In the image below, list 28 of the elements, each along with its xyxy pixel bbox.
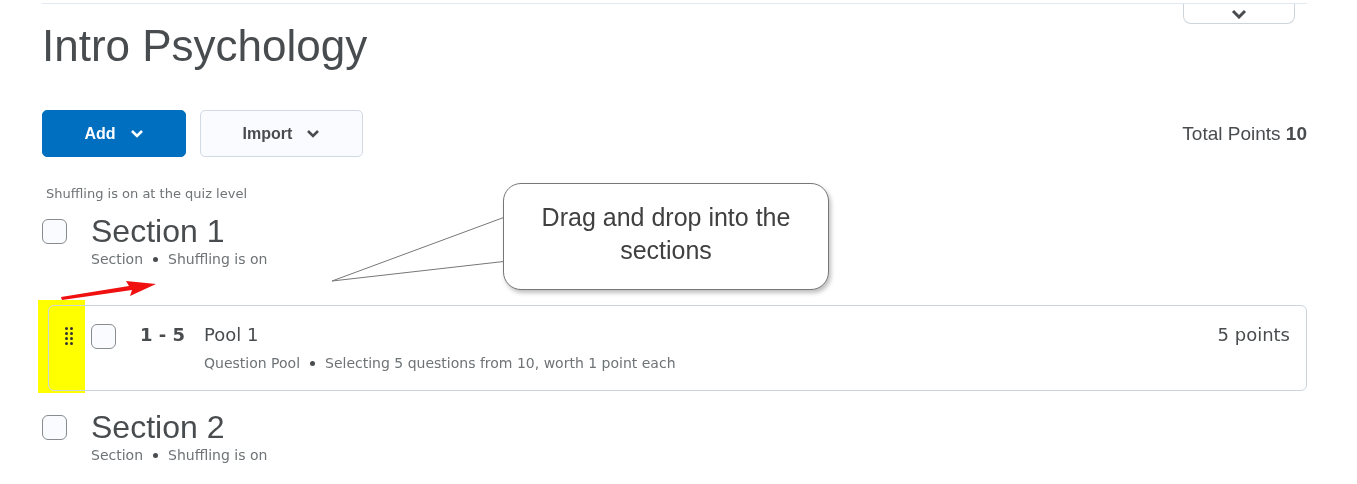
section-title: Section 1: [91, 213, 226, 249]
meta-text: Section: [91, 447, 143, 463]
section-title: Section 2: [91, 409, 226, 445]
meta-text: Selecting 5 questions from 10, worth 1 point each: [325, 355, 676, 371]
points-text: 5 points: [1217, 324, 1290, 345]
bullet-icon: [153, 256, 158, 262]
question-range: 1 - 5: [140, 324, 187, 345]
expand-button[interactable]: [1183, 4, 1295, 24]
chevron-down-icon: [306, 129, 321, 138]
meta-text: Section: [91, 251, 143, 267]
dropdown-button[interactable]: Add: [42, 110, 186, 157]
chevron-down-icon: [129, 129, 144, 138]
total-points: Total Points 10: [1182, 122, 1307, 145]
drag-handle-icon[interactable]: [65, 327, 73, 345]
meta-text: Shuffling is on: [168, 447, 268, 463]
page-title: Intro Psychology: [42, 24, 369, 68]
bullet-icon: [310, 360, 316, 366]
dropdown-button[interactable]: Import: [200, 110, 363, 157]
meta-text: Question Pool: [204, 355, 301, 371]
checkbox[interactable]: [91, 324, 116, 349]
arrow-icon: [60, 280, 158, 302]
chevron-down-icon: [1231, 8, 1247, 19]
pool-title: Pool 1: [204, 324, 259, 345]
checkbox[interactable]: [42, 219, 67, 244]
shuffle-note: Shuffling is on at the quiz level: [46, 186, 248, 201]
meta-text: Shuffling is on: [168, 251, 268, 267]
checkbox[interactable]: [42, 415, 67, 440]
bullet-icon: [153, 452, 158, 458]
